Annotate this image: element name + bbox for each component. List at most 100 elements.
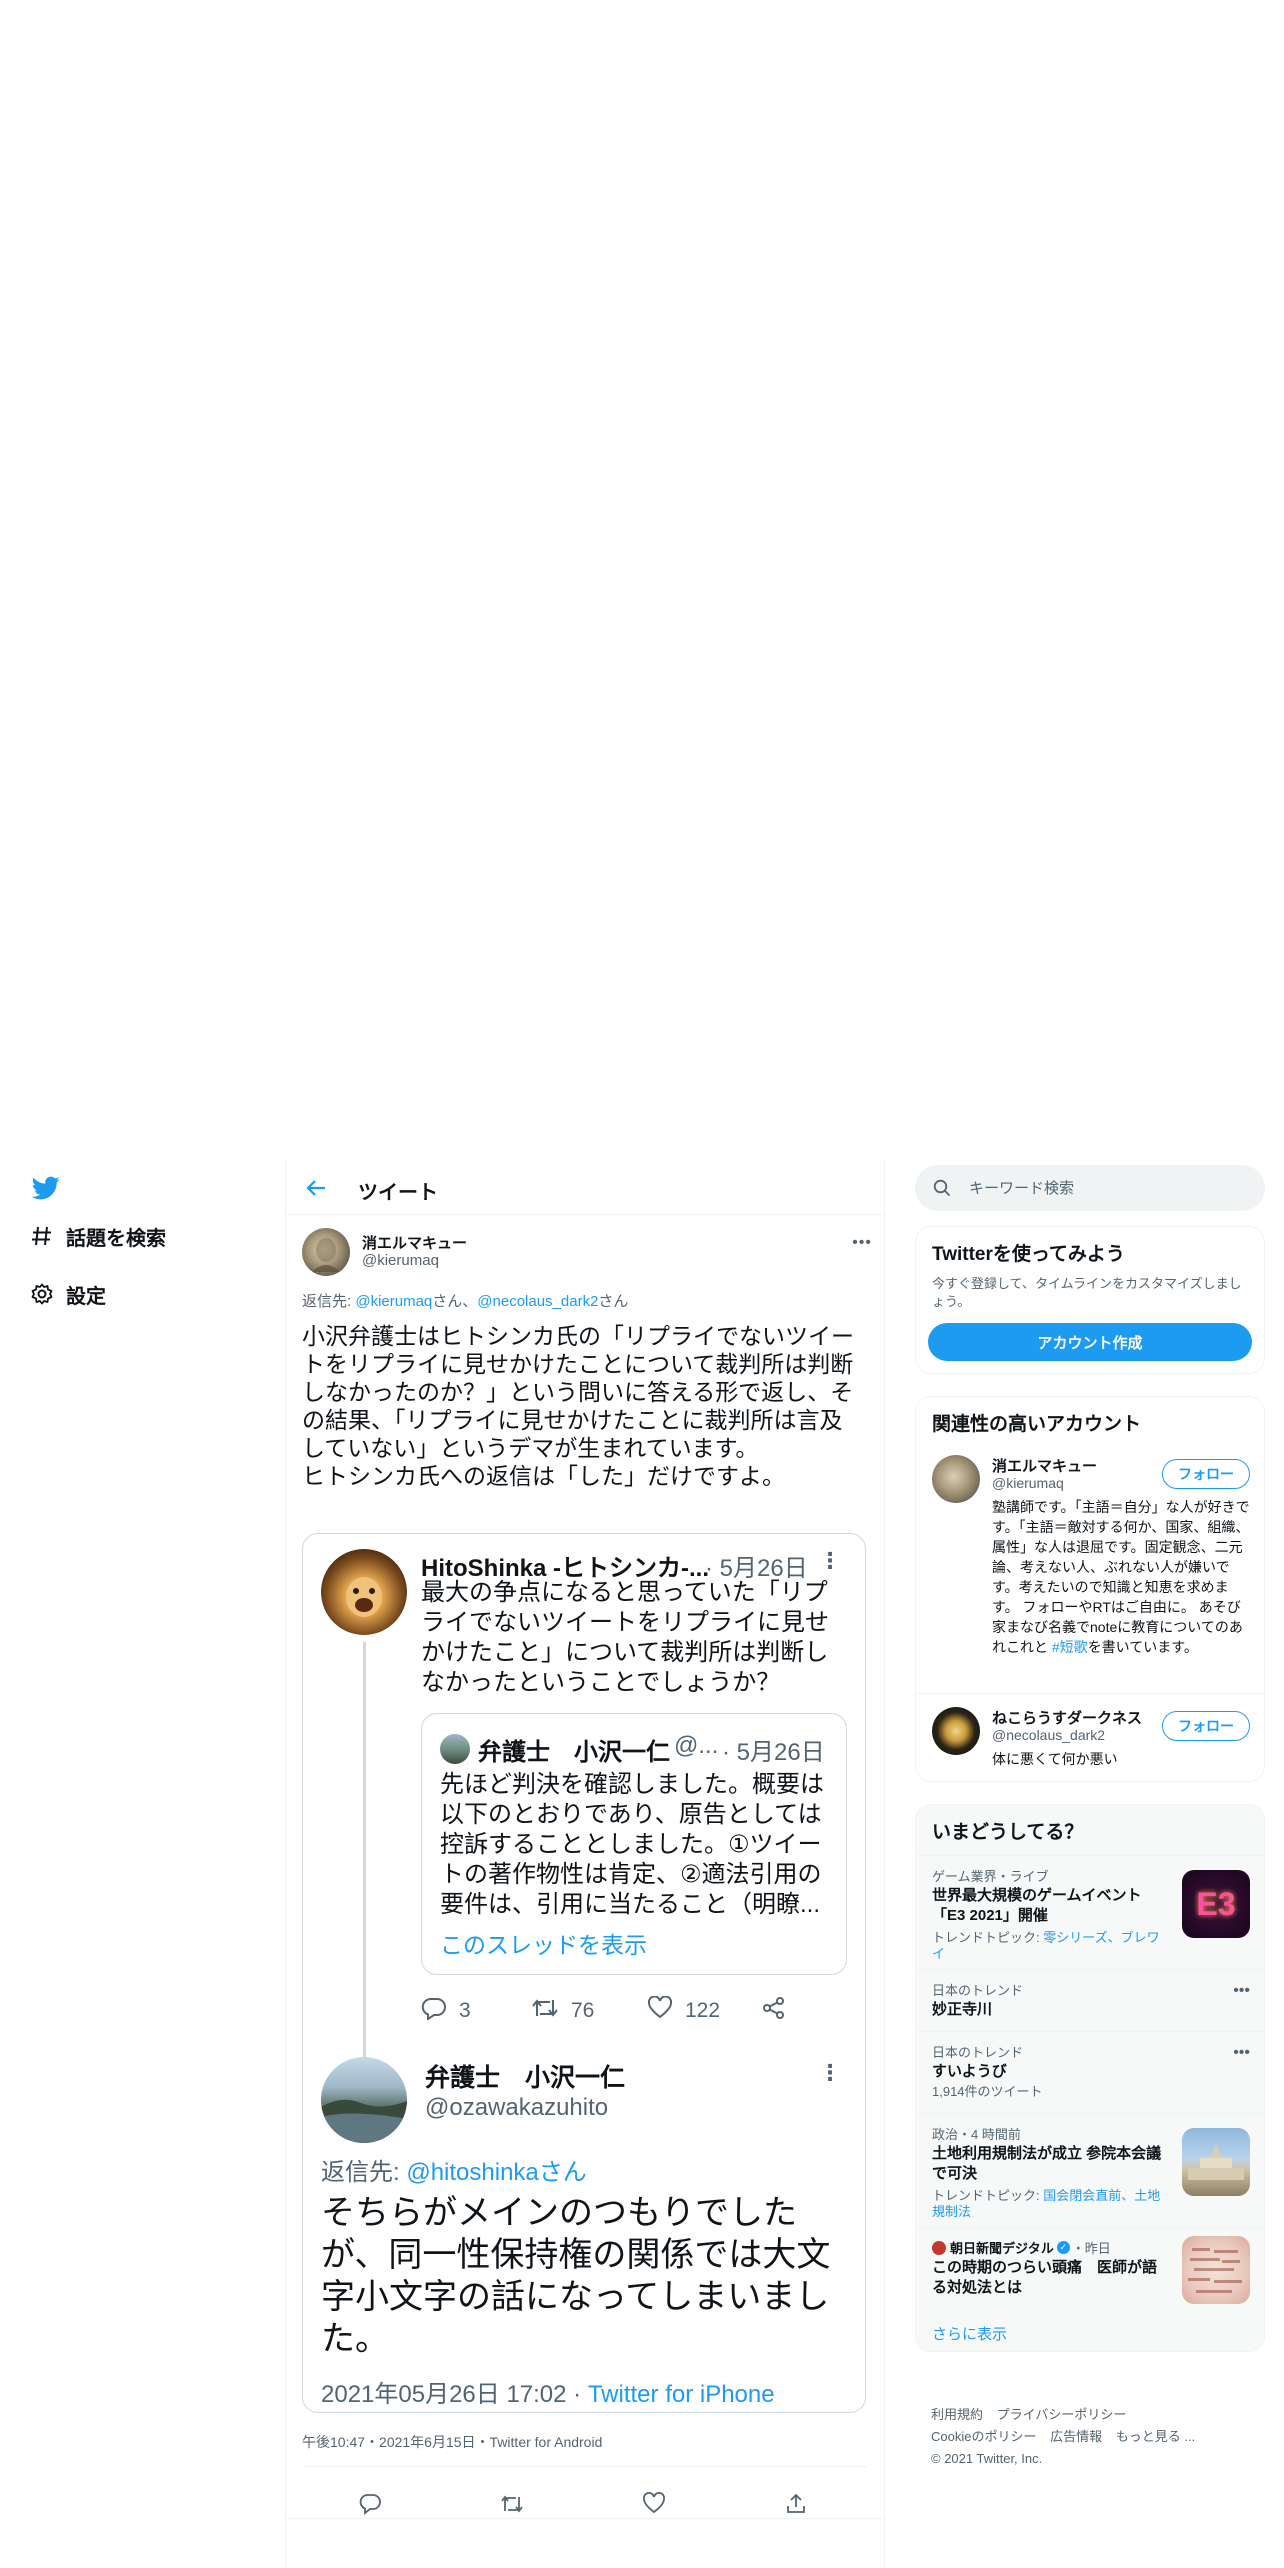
more-options-icon[interactable]: ⋮ (819, 2060, 841, 2086)
account-avatar[interactable] (932, 1707, 980, 1755)
search-input[interactable] (969, 1165, 1249, 1211)
trend-context: 日本のトレンド (932, 2045, 1024, 2060)
tweet-header: ツイート (286, 1160, 884, 1215)
trend-context: ゲーム業界・ライブ (932, 1869, 1049, 1884)
reply-prefix: 返信先: (302, 1293, 356, 1310)
embed-share-button[interactable] (761, 1996, 787, 2026)
gear-icon (30, 1282, 66, 1306)
divider (916, 1693, 1264, 1694)
footer-link-cookies[interactable]: Cookieのポリシー (931, 2429, 1036, 2444)
trend-item[interactable]: 政治・4 時間前 土地利用規制法が成立 参院本会議で可決 トレンドトピック: 国… (916, 2113, 1264, 2227)
inner-author-avatar (440, 1734, 470, 1764)
nav-explore-label: 話題を検索 (66, 1227, 166, 1250)
trend-context: 政治・4 時間前 (932, 2127, 1021, 2142)
inner-quoted-tweet[interactable]: 弁護士 小沢一仁 @... · 5月26日 先ほど判決を確認しました。概要は以下… (421, 1713, 847, 1975)
trend-sub-prefix: トレンドトピック: (932, 2188, 1044, 2203)
share-icon[interactable] (784, 2492, 808, 2516)
hashtag-icon (30, 1224, 66, 1248)
show-more-link[interactable]: さらに表示 (932, 2323, 1007, 2344)
embedded-tweet-card[interactable]: HitoShinka -ヒトシンカ-... · 5月26日 ⋮ 最大の争点になる… (302, 1533, 866, 2413)
page-title: ツイート (358, 1182, 438, 1204)
show-thread-link[interactable]: このスレッドを表示 (440, 1926, 647, 1960)
embed-retweet-button[interactable]: 76 (531, 1996, 594, 2026)
more-options-icon[interactable]: ••• (1233, 1982, 1250, 2000)
account-handle[interactable]: @necolaus_dark2 (992, 1727, 1105, 1743)
create-account-button[interactable]: アカウント作成 (928, 1323, 1252, 1361)
more-options-icon[interactable]: ••• (1233, 2044, 1250, 2062)
hashtag-link[interactable]: #短歌 (1052, 1639, 1088, 1655)
account-bio-text: を書いています。 (1087, 1639, 1198, 1655)
account-name[interactable]: ねこらうすダークネス (992, 1707, 1142, 1728)
embed-like-button[interactable]: 122 (647, 1995, 721, 2026)
nav-settings-label: 設定 (66, 1285, 106, 1308)
author-name[interactable]: 消エルマキュー (362, 1232, 467, 1253)
trend-time: ・昨日 (1071, 2241, 1111, 2256)
search-bar[interactable] (915, 1165, 1265, 1211)
footer-link-more[interactable]: もっと見る ... (1116, 2429, 1195, 2444)
nav-explore[interactable]: 話題を検索 (30, 1218, 166, 1254)
tweet-text: 小沢弁護士はヒトシンカ氏の「リプライでないツイートをリプライに見せかけたことにつ… (302, 1323, 854, 1489)
reply-source-link[interactable]: Twitter for iPhone (588, 2381, 775, 2408)
trend-tweet-count: 1,914件のツイート (932, 2084, 1043, 2099)
reply-user-link[interactable]: @kierumaq (355, 1293, 432, 1310)
more-options-icon[interactable]: ••• (852, 1234, 872, 1252)
trend-sub-prefix: トレンドトピック: (932, 1930, 1044, 1945)
follow-button[interactable]: フォロー (1162, 1459, 1250, 1489)
tweet-author: 消エルマキュー @kierumaq ••• (302, 1228, 872, 1278)
related-title: 関連性の高いアカウント (932, 1414, 1142, 1435)
follow-button[interactable]: フォロー (1162, 1711, 1250, 1741)
ozawa-avatar[interactable] (321, 2057, 407, 2143)
embed-tweet-text: 最大の争点になると思っていた「リプライでないツイートをリプライに見せかけたこと」… (421, 1579, 829, 1696)
trend-thumbnail: E3 (1182, 1870, 1250, 1938)
inner-tweet-text: 先ほど判決を確認しました。概要は以下のとおりであり、原告としては控訴することとし… (440, 1771, 824, 1918)
tweet-timestamp[interactable]: 午後10:47・2021年6月15日・Twitter for Android (302, 2432, 602, 2452)
account-bio: 塾講師です。「主語＝自分」な人が好きです。「主語＝敵対する何か、国家、組織、属性… (992, 1497, 1254, 1657)
twitter-logo-icon[interactable] (30, 1174, 62, 1202)
account-handle[interactable]: @kierumaq (992, 1475, 1064, 1491)
trends-title: いまどうしてる？ (932, 1822, 1084, 1843)
trend-item[interactable]: ゲーム業界・ライブ 世界最大規模のゲームイベント「E3 2021」開催 トレンド… (916, 1855, 1264, 1969)
embed-reply-button[interactable]: 3 (421, 1996, 471, 2026)
footer: 利用規約 プライバシーポリシー Cookieのポリシー 広告情報 もっと見る .… (931, 2404, 1251, 2470)
reply-icon[interactable] (358, 2492, 382, 2516)
more-options-icon[interactable]: ⋮ (819, 1548, 841, 1574)
trends-card: いまどうしてる？ ゲーム業界・ライブ 世界最大規模のゲームイベント「E3 202… (915, 1804, 1265, 2352)
account-avatar[interactable] (932, 1455, 980, 1503)
author-handle[interactable]: @kierumaq (362, 1252, 439, 1269)
hitoshinka-avatar[interactable] (321, 1549, 407, 1635)
footer-link-privacy[interactable]: プライバシーポリシー (997, 2407, 1127, 2422)
reply-author-handle[interactable]: @ozawakazuhito (425, 2094, 608, 2122)
back-arrow-icon[interactable] (306, 1179, 326, 1202)
reply-suffix: さん (598, 1293, 629, 1310)
heart-icon (647, 1995, 673, 2026)
account-name[interactable]: 消エルマキュー (992, 1455, 1097, 1476)
trend-title: 妙正寺川 (932, 2001, 993, 2018)
trend-title: 世界最大規模のゲームイベント「E3 2021」開催 (932, 1887, 1142, 1924)
inner-author-handle: @... (674, 1732, 719, 1759)
author-avatar[interactable] (302, 1228, 350, 1276)
footer-link-terms[interactable]: 利用規約 (931, 2407, 983, 2422)
reply-to: 返信先: @kierumaqさん、@necolaus_dark2さん (302, 1290, 628, 1311)
nav-settings[interactable]: 設定 (30, 1276, 106, 1312)
reply-user-link[interactable]: @hitoshinkaさん (406, 2159, 586, 2186)
search-icon (933, 1179, 951, 1202)
copyright: © 2021 Twitter, Inc. (931, 2451, 1043, 2466)
reply-prefix: 返信先: (321, 2159, 407, 2186)
reply-timestamp[interactable]: 2021年05月26日 17:02 · (321, 2381, 588, 2408)
verified-badge-icon: ✓ (1056, 2241, 1070, 2254)
trend-item[interactable]: 朝日新聞デジタル ✓ ・昨日 この時期のつらい頭痛 医師が語る対処法とは (916, 2227, 1264, 2311)
divider (286, 2518, 884, 2519)
reply-user-link[interactable]: @necolaus_dark2 (477, 1293, 598, 1310)
heart-icon[interactable] (642, 2492, 666, 2516)
trend-item[interactable]: 日本のトレンド 妙正寺川 ••• (916, 1969, 1264, 2031)
reply-meta: 2021年05月26日 17:02 · Twitter for iPhone (321, 2374, 775, 2409)
reply-author-name[interactable]: 弁護士 小沢一仁 (425, 2058, 625, 2094)
signup-description: 今すぐ登録して、タイムラインをカスタマイズしましょう。 (932, 1276, 1242, 1309)
retweet-icon[interactable] (500, 2492, 524, 2516)
account-bio-text: 塾講師です。「主語＝自分」な人が好きです。「主語＝敵対する何か、国家、組織、属性… (992, 1499, 1250, 1655)
footer-link-ads[interactable]: 広告情報 (1050, 2429, 1102, 2444)
like-count: 122 (685, 1999, 721, 2022)
reply-count: 3 (459, 1999, 471, 2022)
account-bio: 体に悪くて何か悪い (992, 1751, 1118, 1767)
trend-item[interactable]: 日本のトレンド すいようび 1,914件のツイート ••• (916, 2031, 1264, 2113)
